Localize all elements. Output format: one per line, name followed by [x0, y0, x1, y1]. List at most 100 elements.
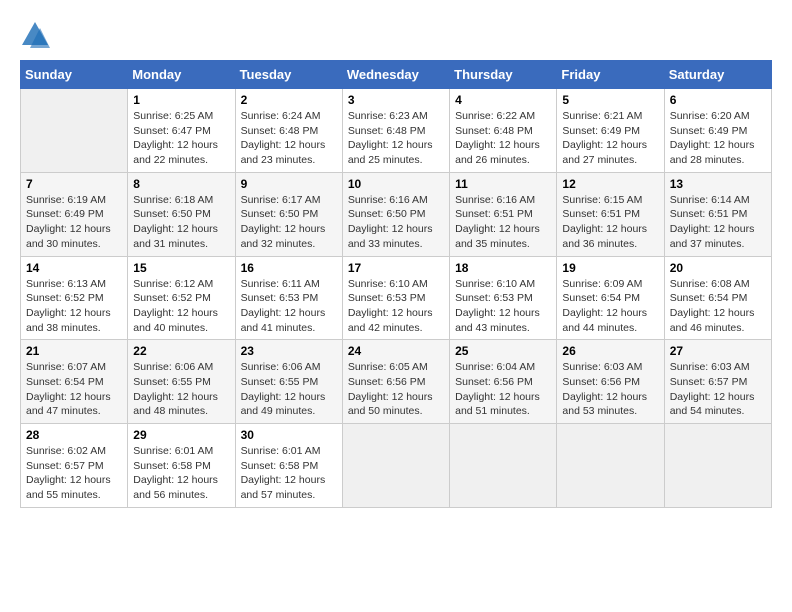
calendar-cell: 8 Sunrise: 6:18 AM Sunset: 6:50 PM Daylig…: [128, 172, 235, 256]
day-number: 16: [241, 261, 337, 275]
calendar-cell: 29Sunrise: 6:01 AM Sunset: 6:58 PM Dayli…: [128, 424, 235, 508]
calendar-cell: [557, 424, 664, 508]
day-info: Sunrise: 6:19 AM Sunset: 6:49 PM Dayligh…: [26, 193, 122, 252]
day-info: Sunrise: 6:15 AM Sunset: 6:51 PM Dayligh…: [562, 193, 658, 252]
day-info: Sunrise: 6:06 AM Sunset: 6:55 PM Dayligh…: [133, 360, 229, 419]
calendar-cell: 9Sunrise: 6:17 AM Sunset: 6:50 PM Daylig…: [235, 172, 342, 256]
calendar-cell: 11 Sunrise: 6:16 AM Sunset: 6:51 PM Dayli…: [450, 172, 557, 256]
day-number: 21: [26, 344, 122, 358]
day-info: Sunrise: 6:14 AM Sunset: 6:51 PM Dayligh…: [670, 193, 766, 252]
day-info: Sunrise: 6:25 AM Sunset: 6:47 PM Dayligh…: [133, 109, 229, 168]
day-number: 19: [562, 261, 658, 275]
day-number: 4: [455, 93, 551, 107]
header-monday: Monday: [128, 61, 235, 89]
logo-icon: [20, 20, 50, 50]
calendar-cell: 4 Sunrise: 6:22 AM Sunset: 6:48 PM Daylig…: [450, 89, 557, 173]
header-friday: Friday: [557, 61, 664, 89]
calendar-cell: 22 Sunrise: 6:06 AM Sunset: 6:55 PM Dayli…: [128, 340, 235, 424]
header-saturday: Saturday: [664, 61, 771, 89]
day-info: Sunrise: 6:02 AM Sunset: 6:57 PM Dayligh…: [26, 444, 122, 503]
calendar-cell: [342, 424, 449, 508]
calendar-week-row: 1 Sunrise: 6:25 AM Sunset: 6:47 PM Daylig…: [21, 89, 772, 173]
calendar-cell: 28 Sunrise: 6:02 AM Sunset: 6:57 PM Dayli…: [21, 424, 128, 508]
day-number: 14: [26, 261, 122, 275]
day-info: Sunrise: 6:21 AM Sunset: 6:49 PM Dayligh…: [562, 109, 658, 168]
day-info: Sunrise: 6:05 AM Sunset: 6:56 PM Dayligh…: [348, 360, 444, 419]
calendar-cell: 23Sunrise: 6:06 AM Sunset: 6:55 PM Dayli…: [235, 340, 342, 424]
day-number: 28: [26, 428, 122, 442]
day-number: 27: [670, 344, 766, 358]
header-wednesday: Wednesday: [342, 61, 449, 89]
calendar-cell: 14 Sunrise: 6:13 AM Sunset: 6:52 PM Dayli…: [21, 256, 128, 340]
calendar-cell: 25Sunrise: 6:04 AM Sunset: 6:56 PM Dayli…: [450, 340, 557, 424]
calendar-cell: 1 Sunrise: 6:25 AM Sunset: 6:47 PM Daylig…: [128, 89, 235, 173]
day-info: Sunrise: 6:03 AM Sunset: 6:57 PM Dayligh…: [670, 360, 766, 419]
calendar-table: SundayMondayTuesdayWednesdayThursdayFrid…: [20, 60, 772, 508]
calendar-header-row: SundayMondayTuesdayWednesdayThursdayFrid…: [21, 61, 772, 89]
day-number: 1: [133, 93, 229, 107]
day-info: Sunrise: 6:13 AM Sunset: 6:52 PM Dayligh…: [26, 277, 122, 336]
day-info: Sunrise: 6:08 AM Sunset: 6:54 PM Dayligh…: [670, 277, 766, 336]
calendar-cell: 16Sunrise: 6:11 AM Sunset: 6:53 PM Dayli…: [235, 256, 342, 340]
day-number: 3: [348, 93, 444, 107]
header-sunday: Sunday: [21, 61, 128, 89]
calendar-cell: [450, 424, 557, 508]
day-info: Sunrise: 6:16 AM Sunset: 6:50 PM Dayligh…: [348, 193, 444, 252]
day-info: Sunrise: 6:06 AM Sunset: 6:55 PM Dayligh…: [241, 360, 337, 419]
logo: [20, 20, 54, 50]
calendar-cell: 26 Sunrise: 6:03 AM Sunset: 6:56 PM Dayli…: [557, 340, 664, 424]
day-number: 17: [348, 261, 444, 275]
calendar-cell: 18 Sunrise: 6:10 AM Sunset: 6:53 PM Dayli…: [450, 256, 557, 340]
day-info: Sunrise: 6:04 AM Sunset: 6:56 PM Dayligh…: [455, 360, 551, 419]
day-number: 24: [348, 344, 444, 358]
calendar-cell: 21 Sunrise: 6:07 AM Sunset: 6:54 PM Dayli…: [21, 340, 128, 424]
calendar-week-row: 14 Sunrise: 6:13 AM Sunset: 6:52 PM Dayli…: [21, 256, 772, 340]
day-number: 26: [562, 344, 658, 358]
day-info: Sunrise: 6:20 AM Sunset: 6:49 PM Dayligh…: [670, 109, 766, 168]
day-info: Sunrise: 6:01 AM Sunset: 6:58 PM Dayligh…: [241, 444, 337, 503]
calendar-cell: 2Sunrise: 6:24 AM Sunset: 6:48 PM Daylig…: [235, 89, 342, 173]
header-tuesday: Tuesday: [235, 61, 342, 89]
day-number: 8: [133, 177, 229, 191]
calendar-week-row: 21 Sunrise: 6:07 AM Sunset: 6:54 PM Dayli…: [21, 340, 772, 424]
day-number: 10: [348, 177, 444, 191]
calendar-cell: 5 Sunrise: 6:21 AM Sunset: 6:49 PM Daylig…: [557, 89, 664, 173]
calendar-cell: 24 Sunrise: 6:05 AM Sunset: 6:56 PM Dayli…: [342, 340, 449, 424]
calendar-cell: 30 Sunrise: 6:01 AM Sunset: 6:58 PM Dayli…: [235, 424, 342, 508]
calendar-cell: 19 Sunrise: 6:09 AM Sunset: 6:54 PM Dayli…: [557, 256, 664, 340]
day-info: Sunrise: 6:16 AM Sunset: 6:51 PM Dayligh…: [455, 193, 551, 252]
day-info: Sunrise: 6:18 AM Sunset: 6:50 PM Dayligh…: [133, 193, 229, 252]
calendar-week-row: 7 Sunrise: 6:19 AM Sunset: 6:49 PM Daylig…: [21, 172, 772, 256]
day-number: 6: [670, 93, 766, 107]
day-number: 7: [26, 177, 122, 191]
day-info: Sunrise: 6:24 AM Sunset: 6:48 PM Dayligh…: [241, 109, 337, 168]
day-info: Sunrise: 6:07 AM Sunset: 6:54 PM Dayligh…: [26, 360, 122, 419]
day-number: 12: [562, 177, 658, 191]
calendar-cell: 12 Sunrise: 6:15 AM Sunset: 6:51 PM Dayli…: [557, 172, 664, 256]
calendar-week-row: 28 Sunrise: 6:02 AM Sunset: 6:57 PM Dayli…: [21, 424, 772, 508]
header-thursday: Thursday: [450, 61, 557, 89]
day-info: Sunrise: 6:12 AM Sunset: 6:52 PM Dayligh…: [133, 277, 229, 336]
calendar-cell: [664, 424, 771, 508]
day-number: 30: [241, 428, 337, 442]
day-info: Sunrise: 6:17 AM Sunset: 6:50 PM Dayligh…: [241, 193, 337, 252]
page-header: [20, 20, 772, 50]
day-number: 15: [133, 261, 229, 275]
day-info: Sunrise: 6:23 AM Sunset: 6:48 PM Dayligh…: [348, 109, 444, 168]
day-number: 5: [562, 93, 658, 107]
day-info: Sunrise: 6:22 AM Sunset: 6:48 PM Dayligh…: [455, 109, 551, 168]
day-number: 18: [455, 261, 551, 275]
calendar-cell: 6 Sunrise: 6:20 AM Sunset: 6:49 PM Daylig…: [664, 89, 771, 173]
day-info: Sunrise: 6:01 AM Sunset: 6:58 PM Dayligh…: [133, 444, 229, 503]
calendar-cell: 13 Sunrise: 6:14 AM Sunset: 6:51 PM Dayli…: [664, 172, 771, 256]
calendar-cell: 17 Sunrise: 6:10 AM Sunset: 6:53 PM Dayli…: [342, 256, 449, 340]
day-number: 22: [133, 344, 229, 358]
day-number: 13: [670, 177, 766, 191]
calendar-cell: 7 Sunrise: 6:19 AM Sunset: 6:49 PM Daylig…: [21, 172, 128, 256]
day-info: Sunrise: 6:10 AM Sunset: 6:53 PM Dayligh…: [348, 277, 444, 336]
day-info: Sunrise: 6:03 AM Sunset: 6:56 PM Dayligh…: [562, 360, 658, 419]
day-info: Sunrise: 6:09 AM Sunset: 6:54 PM Dayligh…: [562, 277, 658, 336]
day-number: 11: [455, 177, 551, 191]
calendar-cell: 10 Sunrise: 6:16 AM Sunset: 6:50 PM Dayli…: [342, 172, 449, 256]
day-info: Sunrise: 6:10 AM Sunset: 6:53 PM Dayligh…: [455, 277, 551, 336]
